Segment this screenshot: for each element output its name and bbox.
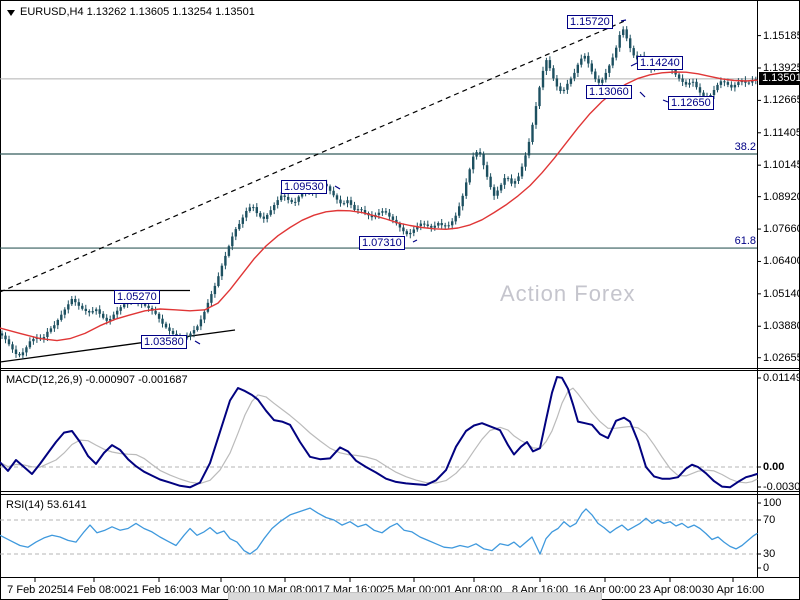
callout-tail [630, 62, 638, 67]
callout-tail [620, 19, 627, 22]
callout-tail [662, 99, 669, 103]
ma-line [0, 71, 758, 342]
macd-signal-line [0, 387, 758, 485]
mt4-chart-window: Action Forex EURUSD,H4 1.13262 1.13605 1… [0, 0, 800, 600]
macd-label: MACD(12,26,9) -0.000907 -0.001687 [6, 374, 188, 386]
symbol-ohlc-header: EURUSD,H4 1.13262 1.13605 1.13254 1.1350… [20, 6, 255, 18]
horizontal-scrollbar-thumb[interactable] [228, 592, 602, 600]
rsi-line [0, 507, 758, 555]
chart-canvas[interactable] [0, 0, 800, 600]
callout-tail [334, 185, 341, 190]
dashed-trendline[interactable] [0, 19, 628, 293]
dropdown-triangle-icon[interactable] [7, 10, 15, 16]
callout-tail [639, 91, 646, 98]
callout-tail [412, 239, 418, 243]
support-trendline[interactable] [0, 329, 236, 363]
callout-tail [194, 340, 201, 345]
rsi-label: RSI(14) 53.6141 [6, 499, 87, 511]
